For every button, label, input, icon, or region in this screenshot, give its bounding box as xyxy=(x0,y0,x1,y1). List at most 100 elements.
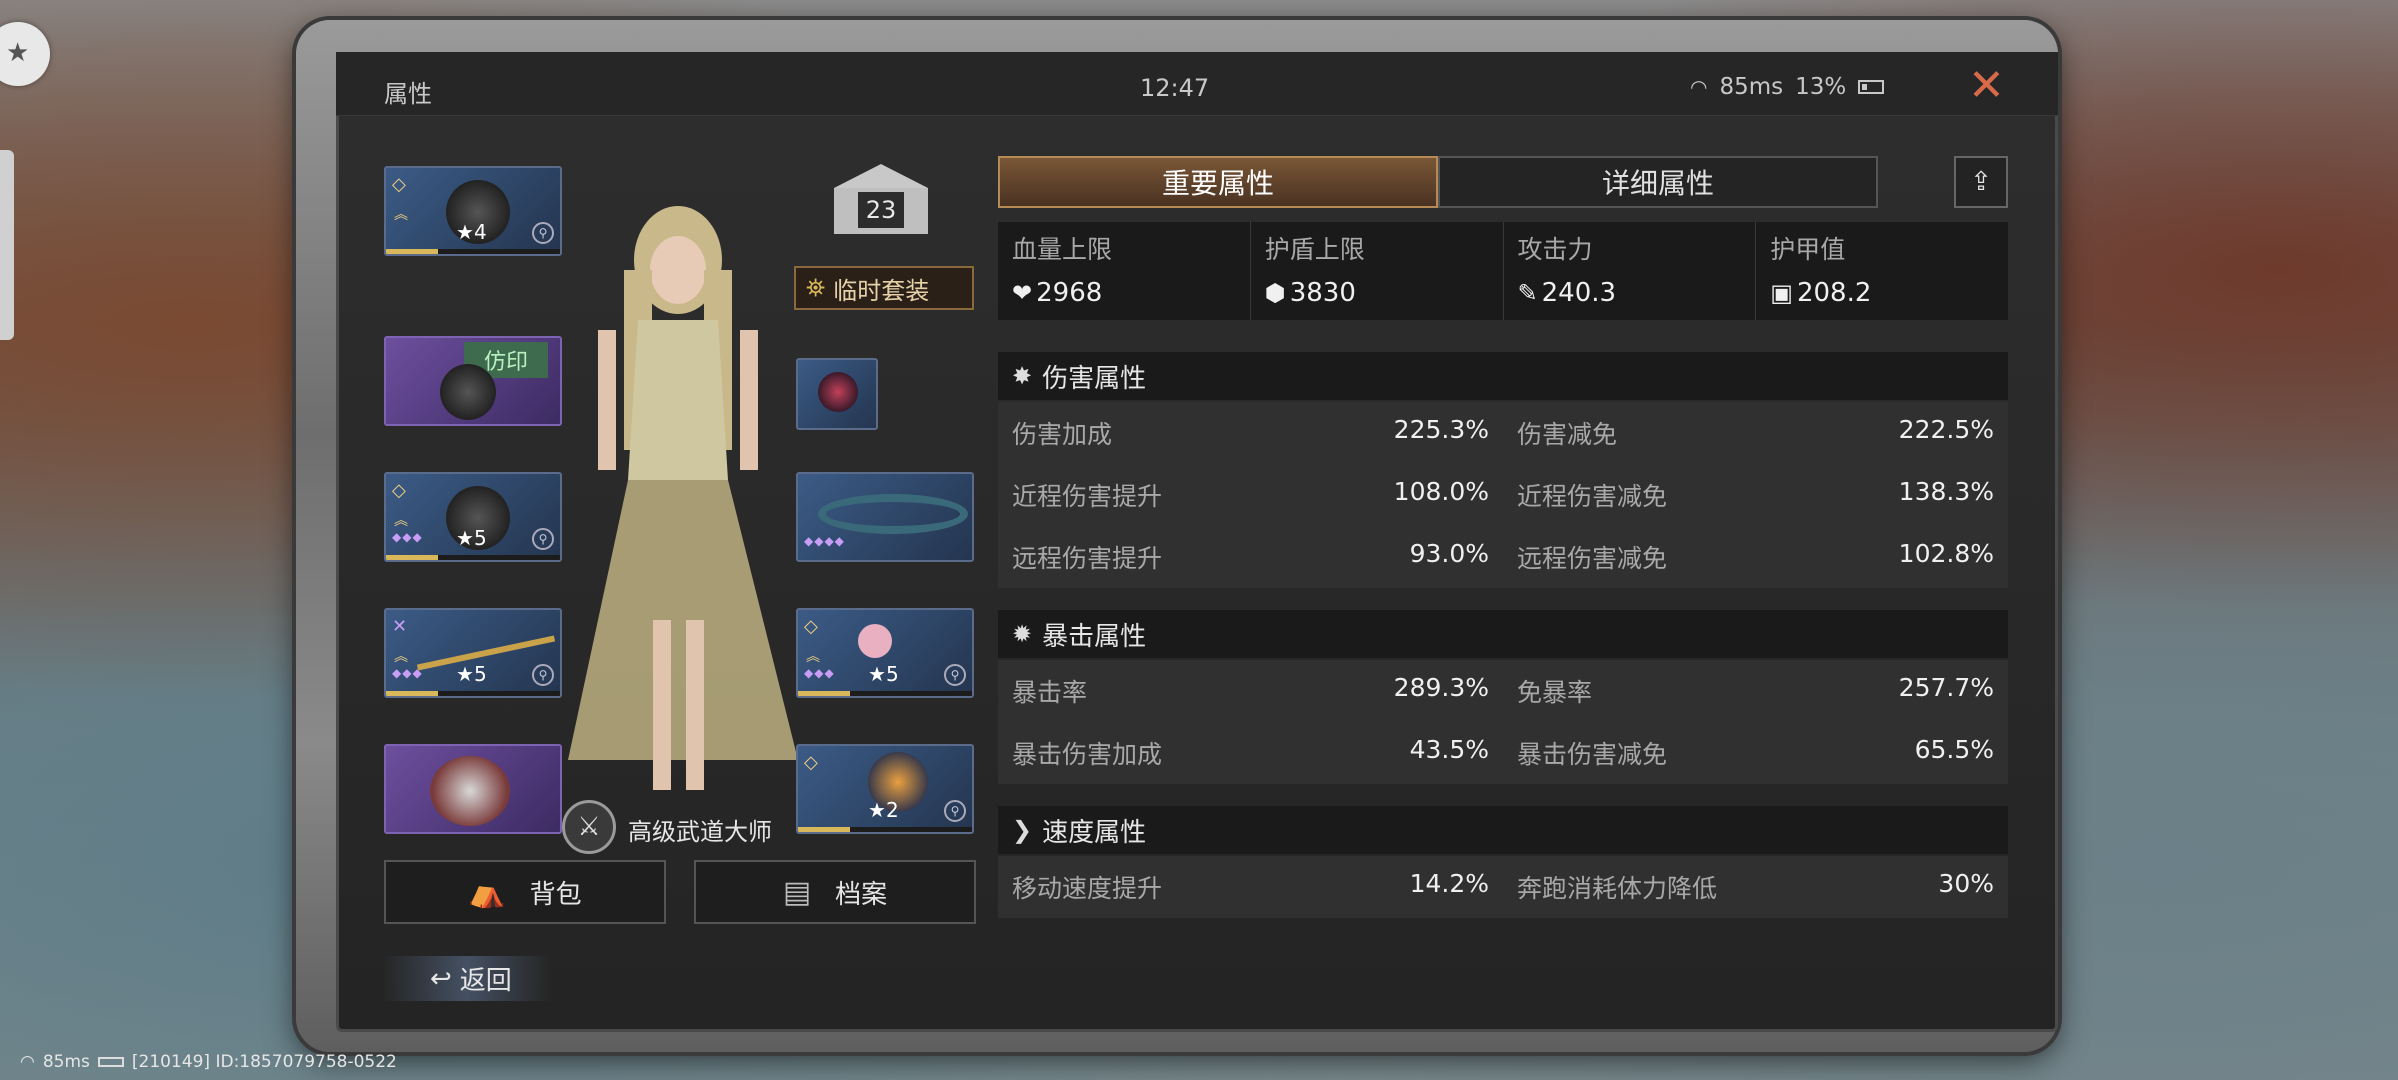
star-level: ★5 xyxy=(456,662,487,686)
archive-label: 档案 xyxy=(835,879,888,910)
tab-important-attributes[interactable]: 重要属性 xyxy=(998,156,1438,208)
section-body-damage: 伤害加成 225.3% 伤害减免 222.5% 近程伤害提升 108.0% 近程伤害减… xyxy=(998,402,2008,588)
diamond-icon: ◇ xyxy=(392,174,406,195)
clock: 12:47 xyxy=(1140,74,1210,102)
side-drawer-handle[interactable] xyxy=(0,150,14,340)
progress-bar xyxy=(386,691,560,696)
share-icon[interactable]: ⇪ xyxy=(1954,156,2008,208)
progress-bar xyxy=(386,249,560,254)
lock-icon: ⚲ xyxy=(532,528,554,550)
document-icon: ▤ xyxy=(782,874,812,910)
star-level: ★5 xyxy=(868,662,899,686)
rank-chevron-icon: ︽ xyxy=(394,207,408,223)
stat-shield: 护盾上限 ⬢ 3830 xyxy=(1251,222,1504,320)
battery-icon xyxy=(97,1057,124,1067)
wand-item-image xyxy=(858,624,892,658)
stat-row: 近程伤害提升 108.0% 近程伤害减免 138.3% xyxy=(1012,477,1994,511)
speed-icon: ❯ xyxy=(1012,816,1033,844)
lock-icon: ⚲ xyxy=(532,664,554,686)
character-model xyxy=(568,206,798,790)
bracelet-item-image xyxy=(818,494,968,534)
stat-row: 暴击率 289.3% 免暴率 257.7% xyxy=(1012,673,1994,707)
progress-bar xyxy=(798,827,972,832)
stat-row: 移动速度提升 14.2% 奔跑消耗体力降低 30% xyxy=(1012,869,1994,903)
equip-slot-weapon[interactable]: ✕ ︽ ◆◆◆ ★5 ⚲ xyxy=(384,608,562,698)
heart-icon: ❤ xyxy=(1012,279,1033,307)
rune-dots: ◆◆◆ xyxy=(804,666,835,680)
equip-slot-bracelet[interactable]: ◆◆◆◆ xyxy=(796,472,974,562)
back-button[interactable]: ↩ 返回 xyxy=(382,956,552,1001)
archive-button[interactable]: ▤ 档案 xyxy=(694,860,976,924)
status-area: ◠ 85ms 13% xyxy=(1690,74,1885,100)
equip-slot-mech[interactable]: ◇ ★2 ⚲ xyxy=(796,744,974,834)
back-label: 返回 xyxy=(459,966,512,996)
temple-icon xyxy=(834,164,928,188)
damage-icon: ✸ xyxy=(1012,362,1033,390)
crit-icon: ✹ xyxy=(1012,620,1033,648)
rank-chevron-icon: ︽ xyxy=(394,649,408,665)
backpack-icon: ⛺ xyxy=(468,874,506,910)
equip-slot-armor[interactable]: ◇ ︽ ◆◆◆ ★5 ⚲ xyxy=(384,472,562,562)
mask-item-image xyxy=(440,364,496,420)
shield-icon: ⬢ xyxy=(1264,279,1286,307)
outfit-icon: ⛯ xyxy=(806,274,826,302)
progress-bar xyxy=(386,555,560,560)
return-arrow-icon: ↩ xyxy=(430,963,452,994)
close-icon[interactable]: ✕ xyxy=(1968,64,2005,108)
footer-info: ◠ 85ms [210149] ID:1857079758-0522 xyxy=(20,1052,397,1072)
wifi-icon: ◠ xyxy=(1690,75,1708,99)
lock-icon: ⚲ xyxy=(944,800,966,822)
stat-attack: 攻击力 ✎ 240.3 xyxy=(1504,222,1757,320)
equip-slot-helmet[interactable]: ◇ ︽ ★4 ⚲ xyxy=(384,166,562,256)
wifi-icon: ◠ xyxy=(20,1052,35,1072)
mech-pack-item-image xyxy=(430,756,510,826)
level-badge[interactable]: 23 xyxy=(828,164,934,242)
stat-row: 暴击伤害加成 43.5% 暴击伤害减免 65.5% xyxy=(1012,735,1994,769)
battery-icon xyxy=(1858,80,1885,94)
temp-set-label: 临时套装 xyxy=(833,276,930,305)
stat-row: 伤害加成 225.3% 伤害减免 222.5% xyxy=(1012,415,1994,449)
bag-button[interactable]: ⛺ 背包 xyxy=(384,860,666,924)
star-level: ★4 xyxy=(456,220,487,244)
diamond-icon: ◇ xyxy=(392,480,406,501)
gun-icon: ✎ xyxy=(1517,279,1538,307)
section-header-damage: ✸ 伤害属性 xyxy=(998,352,2008,400)
ping-text: 85ms xyxy=(1719,74,1784,100)
vest-icon: ▣ xyxy=(1770,279,1793,307)
section-header-crit: ✹ 暴击属性 xyxy=(998,610,2008,658)
rank-title: 高级武道大师 xyxy=(628,818,772,846)
lock-icon: ⚲ xyxy=(532,222,554,244)
progress-bar xyxy=(798,691,972,696)
section-body-crit: 暴击率 289.3% 免暴率 257.7% 暴击伤害加成 43.5% 暴击伤害减免 65… xyxy=(998,660,2008,784)
section-header-speed: ❯ 速度属性 xyxy=(998,806,2008,854)
panel-title: 属性 xyxy=(384,80,432,108)
cross-icon: ✕ xyxy=(392,616,408,637)
stat-row: 远程伤害提升 93.0% 远程伤害减免 102.8% xyxy=(1012,539,1994,573)
equip-slot-backpack[interactable] xyxy=(384,744,562,834)
stat-armor: 护甲值 ▣ 208.2 xyxy=(1770,235,1872,308)
level-number: 23 xyxy=(858,192,904,228)
diamond-icon: ◇ xyxy=(804,616,818,637)
rune-dots: ◆◆◆ xyxy=(392,530,423,544)
equip-slot-ring[interactable] xyxy=(796,358,878,430)
star-icon: ★ xyxy=(6,38,30,68)
temp-set-button[interactable]: ⛯ 临时套装 xyxy=(794,266,974,310)
equip-slot-mask[interactable]: 仿印 xyxy=(384,336,562,426)
equip-slot-wand[interactable]: ◇ ︽ ◆◆◆ ★5 ⚲ xyxy=(796,608,974,698)
section-body-speed: 移动速度提升 14.2% 奔跑消耗体力降低 30% xyxy=(998,856,2008,918)
star-level: ★5 xyxy=(456,526,487,550)
floating-assist-button[interactable]: ★ xyxy=(0,22,50,86)
tab-detailed-attributes[interactable]: 详细属性 xyxy=(1438,156,1878,208)
diamond-icon: ◇ xyxy=(804,752,818,773)
rank-badge-icon[interactable]: ⚔ xyxy=(562,800,616,854)
battery-text: 13% xyxy=(1795,74,1847,100)
stat-hp: 血量上限 ❤ 2968 xyxy=(998,222,1251,320)
lock-icon: ⚲ xyxy=(944,664,966,686)
bag-label: 背包 xyxy=(529,879,582,910)
ring-item-image xyxy=(818,372,858,412)
rune-dots: ◆◆◆◆ xyxy=(804,534,845,548)
rank-chevron-icon: ︽ xyxy=(806,649,820,665)
star-level: ★2 xyxy=(868,798,899,822)
key-stats: 血量上限 ❤ 2968 护盾上限 ⬢ 3830 攻击力 ✎ 240.3 护甲值 ▣ 20… xyxy=(998,222,2008,320)
rank-chevron-icon: ︽ xyxy=(394,513,408,529)
